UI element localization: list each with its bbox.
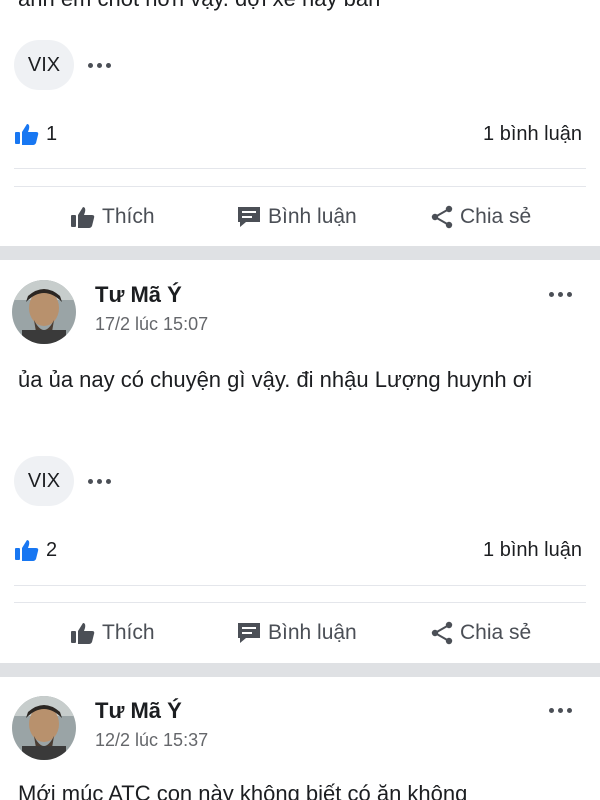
avatar[interactable] [12,280,76,344]
like-label: Thích [102,621,155,644]
avatar[interactable] [12,696,76,760]
thumbs-up-icon [71,207,95,228]
ticker-chip[interactable]: VIX [14,40,74,90]
comment-count[interactable]: 1 bình luận [483,123,582,146]
post-stats: 1 1 bình luận [14,122,582,146]
thumbs-up-icon [71,623,95,644]
post-body: Mới múc ATC con này không biết có ăn khô… [18,781,468,800]
post-text-cut: anh em chốt hơn vậy. đợi xe này bán [18,0,380,12]
reaction-row: VIX [14,40,111,90]
like-label: Thích [102,205,155,228]
like-count: 1 [46,122,58,145]
share-button[interactable]: Chia sẻ [430,205,531,229]
thumbs-up-icon [15,124,39,145]
post-separator [0,663,600,677]
post-date[interactable]: 12/2 lúc 15:37 [95,730,208,751]
share-icon [431,621,453,645]
post-stats: 2 1 bình luận [14,538,582,562]
more-options-icon[interactable] [88,62,111,68]
ticker-chip[interactable]: VIX [14,456,74,506]
comment-button[interactable]: Bình luận [236,205,357,229]
post-header: Tư Mã Ý 17/2 lúc 15:07 [0,280,600,360]
comment-icon [238,207,260,227]
post-date[interactable]: 17/2 lúc 15:07 [95,314,208,335]
divider [14,168,586,169]
more-options-icon[interactable] [549,292,572,297]
comment-count[interactable]: 1 bình luận [483,539,582,562]
share-label: Chia sẻ [460,205,532,228]
divider [14,585,586,586]
comment-label: Bình luận [268,205,357,228]
like-button[interactable]: Thích [70,621,155,645]
comment-icon [238,623,260,643]
reaction-row: VIX [14,456,111,506]
comment-button[interactable]: Bình luận [236,621,357,645]
like-count: 2 [46,538,58,561]
post-header: Tư Mã Ý 12/2 lúc 15:37 [0,696,600,776]
divider [14,186,586,187]
share-button[interactable]: Chia sẻ [430,621,531,645]
share-label: Chia sẻ [460,621,532,644]
author-name[interactable]: Tư Mã Ý [95,698,182,724]
action-bar: Thích Bình luận Chia sẻ [0,192,600,242]
like-summary[interactable]: 1 [14,122,57,146]
post-separator [0,246,600,260]
more-options-icon[interactable] [88,478,111,484]
post-body: ủa ủa nay có chuyện gì vậy. đi nhậu Lượn… [18,367,533,392]
like-button[interactable]: Thích [70,205,155,229]
more-options-icon[interactable] [549,708,572,713]
share-icon [431,205,453,229]
divider [14,602,586,603]
author-name[interactable]: Tư Mã Ý [95,282,182,308]
like-summary[interactable]: 2 [14,538,57,562]
thumbs-up-icon [15,540,39,561]
action-bar: Thích Bình luận Chia sẻ [0,608,600,658]
comment-label: Bình luận [268,621,357,644]
